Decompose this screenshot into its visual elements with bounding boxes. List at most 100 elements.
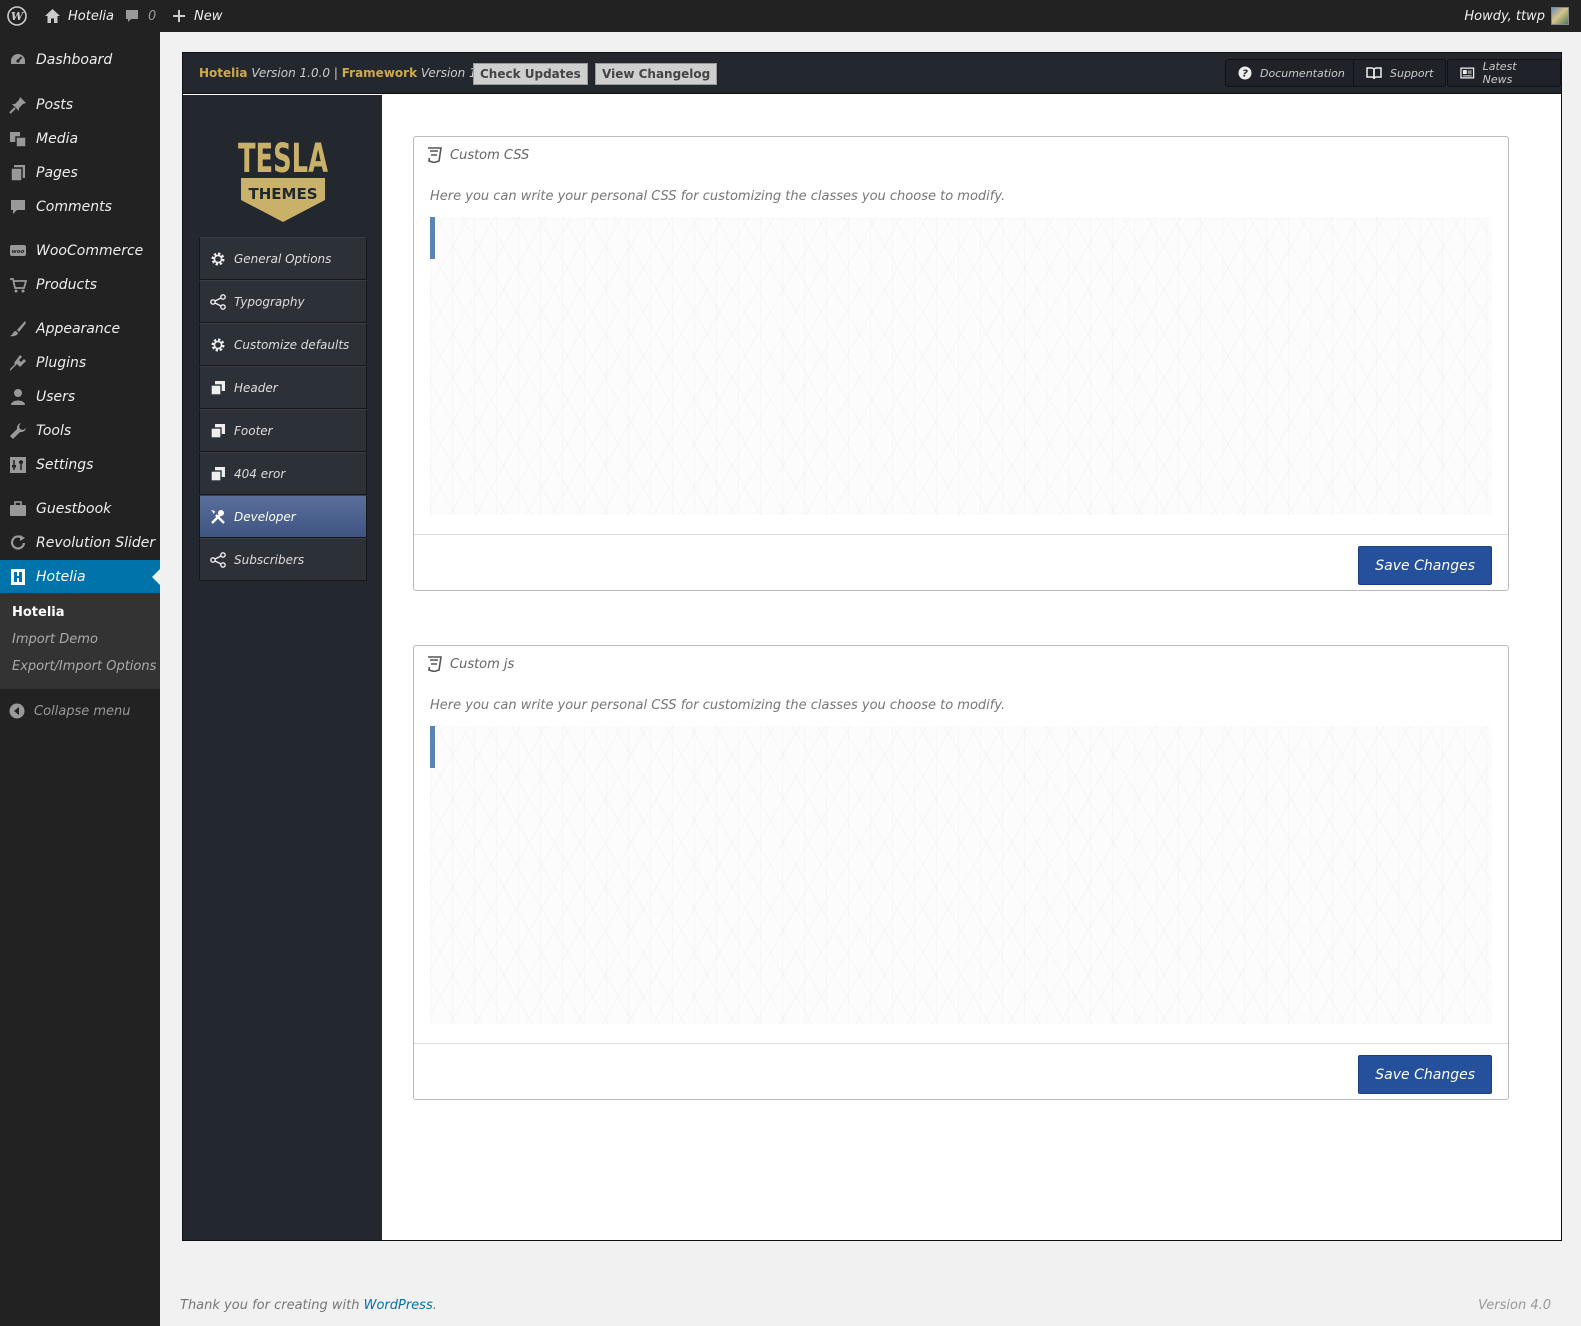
comments-count: 0 <box>148 8 157 24</box>
tools-icon <box>211 509 225 524</box>
menu-item-label: Pages <box>36 165 78 181</box>
submenu-item-hotelia[interactable]: Hotelia <box>12 605 65 620</box>
nav-subscribers[interactable]: Subscribers <box>199 538 367 581</box>
nav-404-eror[interactable]: 404 eror <box>199 452 367 495</box>
support-link[interactable]: Support <box>1353 59 1447 87</box>
nav-label: General Options <box>234 251 332 266</box>
menu-item-products[interactable]: Products <box>0 268 160 302</box>
latest-news-link[interactable]: Latest News <box>1447 59 1561 87</box>
woo-icon: woo <box>0 242 36 260</box>
menu-item-guestbook[interactable]: Guestbook <box>0 492 160 526</box>
menu-item-label: Revolution Slider <box>36 535 156 551</box>
check-updates-button[interactable]: Check Updates <box>473 63 588 85</box>
menu-item-dashboard[interactable]: Dashboard <box>0 43 160 77</box>
site-name-label: Hotelia <box>68 8 115 24</box>
documentation-link[interactable]: ? Documentation <box>1225 59 1358 87</box>
nav-general-options[interactable]: General Options <box>199 237 367 280</box>
menu-item-appearance[interactable]: Appearance <box>0 312 160 346</box>
hotelia-submenu: Hotelia Import Demo Export/Import Option… <box>0 593 160 689</box>
version-info: Hotelia Version 1.0.0 | Framework Versio… <box>199 66 488 80</box>
share-icon <box>210 293 226 310</box>
box-description: Here you can write your personal CSS for… <box>430 189 1006 204</box>
custom-js-box: Custom js Here you can write your person… <box>413 645 1509 1100</box>
nav-customize-defaults[interactable]: Customize defaults <box>199 323 367 366</box>
documentation-label: Documentation <box>1260 66 1345 80</box>
save-changes-button[interactable]: Save Changes <box>1358 1055 1492 1094</box>
svg-text:W: W <box>11 10 25 23</box>
theme-options-topbar: Hotelia Version 1.0.0 | Framework Versio… <box>183 53 1561 94</box>
nav-header[interactable]: Header <box>199 366 367 409</box>
theme-version: Version 1.0.0 <box>251 66 331 80</box>
theme-options-nav: General Options Typography Customize def… <box>199 237 367 581</box>
framework-label: Framework <box>341 66 418 80</box>
custom-js-title: Custom js <box>426 656 514 672</box>
version-separator: | <box>333 66 338 80</box>
wrench-icon <box>0 422 36 440</box>
comments-link[interactable]: 0 <box>124 0 156 32</box>
menu-item-label: Dashboard <box>36 52 113 68</box>
menu-item-label: Comments <box>36 199 112 215</box>
menu-item-plugins[interactable]: Plugins <box>0 346 160 380</box>
collapse-menu-button[interactable]: Collapse menu <box>0 697 160 725</box>
avatar <box>1551 7 1569 25</box>
nav-label: Customize defaults <box>234 337 350 352</box>
admin-menu: Dashboard Posts Media Pages Comments woo… <box>0 32 160 1326</box>
wordpress-link[interactable]: WordPress <box>364 1298 433 1313</box>
brush-icon <box>0 320 36 338</box>
nav-label: Developer <box>234 509 296 524</box>
new-content-link[interactable]: New <box>172 0 222 32</box>
plus-icon <box>173 10 185 22</box>
book-icon <box>1366 66 1382 79</box>
menu-item-label: Guestbook <box>36 501 112 517</box>
logo-bottom-text: THEMES <box>248 185 317 203</box>
nav-developer[interactable]: Developer <box>199 495 367 538</box>
my-account-link[interactable]: Howdy, ttwp <box>1464 0 1569 32</box>
wordpress-logo-icon[interactable]: W <box>7 0 27 32</box>
menu-item-label: Products <box>36 277 98 293</box>
save-changes-button[interactable]: Save Changes <box>1358 546 1492 585</box>
news-icon <box>1460 67 1475 79</box>
nav-typography[interactable]: Typography <box>199 280 367 323</box>
theme-options-sidebar: TESLA THEMES General Options Typography … <box>183 95 382 1240</box>
submenu-item-export-import-options[interactable]: Export/Import Options <box>12 659 156 674</box>
menu-item-hotelia[interactable]: Hotelia <box>0 560 160 594</box>
view-changelog-button[interactable]: View Changelog <box>595 63 718 85</box>
latest-news-label: Latest News <box>1482 60 1517 86</box>
footer-thanks: Thank you for creating with WordPress. <box>180 1298 437 1313</box>
menu-item-media[interactable]: Media <box>0 122 160 156</box>
submenu-item-import-demo[interactable]: Import Demo <box>12 632 98 647</box>
menu-item-settings[interactable]: Settings <box>0 448 160 482</box>
menu-item-tools[interactable]: Tools <box>0 414 160 448</box>
menu-item-posts[interactable]: Posts <box>0 88 160 122</box>
tesla-themes-logo: TESLA THEMES <box>238 136 328 222</box>
comment-icon <box>126 10 138 22</box>
box-footer: Save Changes <box>414 534 1508 590</box>
css3-icon <box>428 656 442 672</box>
user-icon <box>0 388 36 406</box>
custom-css-editor[interactable] <box>430 217 1492 515</box>
menu-item-users[interactable]: Users <box>0 380 160 414</box>
svg-text:?: ? <box>1242 69 1248 80</box>
nav-label: 404 eror <box>234 466 286 481</box>
admin-bar: W Hotelia 0 New Howdy, ttwp <box>0 0 1581 32</box>
menu-item-revolution-slider[interactable]: Revolution Slider <box>0 526 160 560</box>
custom-js-editor[interactable] <box>430 726 1492 1024</box>
box-description: Here you can write your personal CSS for… <box>430 698 1006 713</box>
copy-icon <box>210 466 225 482</box>
nav-label: Subscribers <box>234 552 305 567</box>
settings-icon <box>0 456 36 474</box>
gear-icon <box>211 252 225 265</box>
box-title-label: Custom js <box>450 656 515 672</box>
menu-item-woocommerce[interactable]: woo WooCommerce <box>0 234 160 268</box>
question-icon: ? <box>1238 66 1252 80</box>
custom-css-box: Custom CSS Here you can write your perso… <box>413 136 1509 591</box>
svg-text:woo: woo <box>12 249 25 255</box>
site-name-link[interactable]: Hotelia <box>44 0 114 32</box>
plugin-icon <box>0 354 36 372</box>
editor-cursor <box>430 217 435 259</box>
menu-item-comments[interactable]: Comments <box>0 190 160 224</box>
refresh-icon <box>0 534 36 552</box>
nav-footer[interactable]: Footer <box>199 409 367 452</box>
menu-item-pages[interactable]: Pages <box>0 156 160 190</box>
footer-version: Version 4.0 <box>1478 1298 1551 1313</box>
